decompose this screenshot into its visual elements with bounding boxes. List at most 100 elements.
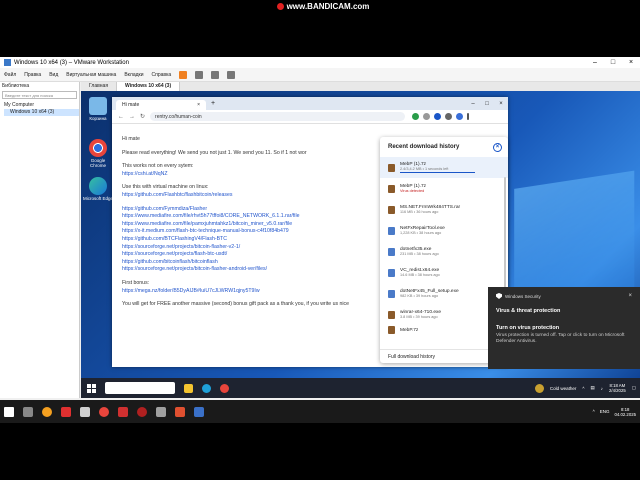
- guest-clock[interactable]: 8:18 AM 2/4/2025: [609, 383, 626, 393]
- toast-body: Virus protection is turned off. Tap or c…: [496, 333, 625, 344]
- weather-icon: [534, 383, 544, 393]
- desktop-icon-edge[interactable]: Microsoft Edge: [83, 177, 113, 201]
- vmware-window: Windows 10 x64 (3) – VMware Workstation …: [0, 57, 640, 408]
- extensions-puzzle-icon[interactable]: [423, 113, 431, 120]
- edge-icon: [89, 177, 107, 195]
- menu-help[interactable]: Справка: [152, 72, 172, 78]
- url-input[interactable]: rentry.co/human-coin: [150, 112, 406, 121]
- chrome-window: Hi mate × + – □ × ← → ↻ rentry.co/human-…: [112, 97, 508, 367]
- menu-file[interactable]: Файл: [4, 72, 16, 78]
- vmware-menubar: Файл Правка Вид Виртуальная машина Вклад…: [0, 68, 640, 82]
- toast-title: Turn on virus protection: [496, 325, 560, 331]
- host-app-icon[interactable]: [61, 406, 71, 417]
- profile-avatar-icon[interactable]: [456, 113, 464, 120]
- desktop-icon-recycle-bin[interactable]: Корзина: [83, 97, 113, 121]
- toast-app-name: Windows Security: [505, 293, 541, 299]
- host-tray-icon[interactable]: ^: [593, 409, 595, 414]
- tab-home[interactable]: Главная: [81, 82, 118, 91]
- host-explorer-icon[interactable]: [23, 406, 33, 417]
- download-item[interactable]: MebP (1).7z 2.4/3,4.2 MB • 1 seconds left: [380, 157, 508, 178]
- security-notification[interactable]: Windows Security × Virus & threat protec…: [488, 287, 640, 369]
- taskbar-search-box[interactable]: [105, 382, 175, 394]
- exe-file-icon: [388, 226, 395, 235]
- archive-file-icon: [388, 205, 395, 214]
- notification-icon[interactable]: ▢: [632, 385, 636, 391]
- menu-tabs[interactable]: Вкладки: [124, 72, 143, 78]
- host-app-icon[interactable]: [80, 406, 90, 417]
- tab-vm[interactable]: Windows 10 x64 (3): [117, 82, 181, 91]
- browser-close-button[interactable]: ×: [494, 101, 508, 107]
- host-lang[interactable]: ENG: [600, 409, 610, 414]
- shield-icon: [496, 293, 502, 299]
- tree-item-vm[interactable]: Windows 10 x64 (3): [4, 109, 79, 116]
- library-title: Библиотека: [2, 83, 30, 89]
- reload-icon[interactable]: ↻: [140, 113, 145, 120]
- windows-start-icon[interactable]: [87, 383, 96, 393]
- tree-item-my-computer[interactable]: My Computer: [4, 102, 79, 109]
- firefox-icon[interactable]: [42, 406, 52, 417]
- vmware-taskbar-icon[interactable]: [194, 406, 204, 417]
- download-item[interactable]: VC_redist.x64.exe 14.6 MB • 38 hours ago: [380, 262, 508, 283]
- menu-vm[interactable]: Виртуальная машина: [66, 72, 116, 78]
- download-item[interactable]: dotnetfx35.exe 231 MB • 38 hours ago: [380, 241, 508, 262]
- archive-file-icon: [388, 310, 395, 319]
- exe-file-icon: [388, 247, 395, 256]
- record-icon: [276, 3, 284, 11]
- vmware-titlebar: Windows 10 x64 (3) – VMware Workstation …: [0, 57, 640, 68]
- download-item[interactable]: MS.NET.FrmWrk484TTS.rar 116 MB • 36 hours…: [380, 199, 508, 220]
- volume-icon[interactable]: ♪: [601, 386, 603, 391]
- fullscreen-icon[interactable]: [227, 70, 236, 79]
- file-explorer-icon[interactable]: [184, 383, 193, 393]
- maximize-button[interactable]: □: [604, 59, 622, 66]
- host-start-icon[interactable]: [4, 406, 14, 417]
- chrome-icon: [89, 139, 107, 157]
- pause-icon[interactable]: [179, 70, 188, 79]
- host-chrome-icon[interactable]: [99, 406, 109, 417]
- host-app-icon[interactable]: [156, 406, 166, 417]
- exe-file-icon: [388, 289, 395, 298]
- browser-tabstrip: Hi mate × + – □ ×: [112, 97, 508, 110]
- split-view-icon[interactable]: [445, 113, 453, 120]
- menu-view[interactable]: Вид: [49, 72, 58, 78]
- library-tree: My Computer Windows 10 x64 (3): [0, 102, 79, 116]
- vmware-tabs: Главная Windows 10 x64 (3): [81, 82, 640, 91]
- edge-taskbar-icon[interactable]: [202, 383, 211, 393]
- desktop-icon-chrome[interactable]: Google Chrome: [83, 139, 113, 168]
- snapshot-icon[interactable]: [211, 70, 220, 79]
- download-item[interactable]: NetFxRepairTool.exe 1,228 KB • 38 hours a…: [380, 220, 508, 241]
- guest-desktop: Корзина Google Chrome Microsoft Edge Hi …: [81, 91, 640, 398]
- menu-kebab-icon[interactable]: [467, 113, 470, 120]
- tray-chevron-icon[interactable]: ^: [582, 386, 584, 391]
- tab-close-icon[interactable]: ×: [197, 102, 200, 108]
- browser-tab[interactable]: Hi mate ×: [116, 100, 206, 110]
- chrome-taskbar-icon[interactable]: [220, 383, 229, 393]
- weather-text[interactable]: Cold weather: [550, 386, 577, 391]
- screen: www.BANDICAM.com Windows 10 x64 (3) – VM…: [0, 0, 640, 480]
- new-tab-button[interactable]: +: [211, 100, 215, 107]
- close-icon[interactable]: ×: [493, 142, 502, 152]
- back-icon[interactable]: ←: [118, 114, 124, 120]
- menu-edit[interactable]: Правка: [24, 72, 41, 78]
- host-app-icon[interactable]: [118, 406, 128, 417]
- browser-minimize-button[interactable]: –: [466, 101, 480, 107]
- browser-maximize-button[interactable]: □: [480, 101, 494, 107]
- downloads-icon[interactable]: [434, 113, 442, 120]
- minimize-button[interactable]: –: [586, 59, 604, 66]
- extension-icon[interactable]: [412, 113, 420, 120]
- host-clock[interactable]: 8:18 04.02.2025: [614, 407, 636, 417]
- close-button[interactable]: ×: [622, 59, 640, 66]
- network-icon[interactable]: ▤: [590, 385, 594, 391]
- library-search-input[interactable]: Введите текст для поиска: [2, 91, 77, 99]
- toast-close-icon[interactable]: ×: [628, 293, 632, 299]
- recorder-watermark: www.BANDICAM.com: [268, 2, 378, 14]
- archive-file-icon: [388, 163, 395, 172]
- host-app-icon[interactable]: [175, 406, 185, 417]
- host-app-icon[interactable]: [137, 406, 147, 417]
- vmware-title: Windows 10 x64 (3) – VMware Workstation: [14, 59, 129, 66]
- archive-file-icon: [388, 184, 395, 193]
- send-keys-icon[interactable]: [195, 70, 204, 79]
- download-item[interactable]: MebP (1).7z Virus detected: [380, 178, 508, 199]
- download-progress-bar: [400, 171, 475, 174]
- recycle-bin-icon: [89, 97, 107, 115]
- forward-icon[interactable]: →: [129, 114, 135, 120]
